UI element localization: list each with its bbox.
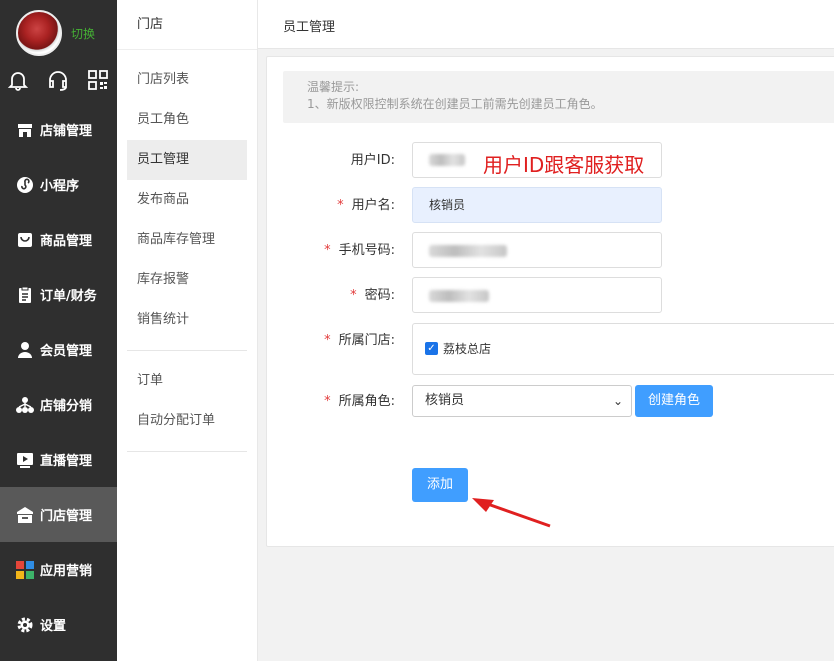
apps-icon xyxy=(16,560,34,579)
bag-icon xyxy=(16,231,34,249)
qrcode-icon[interactable] xyxy=(86,68,110,92)
menu-item-settings[interactable]: 设置 xyxy=(0,597,117,652)
user-icon xyxy=(16,341,34,359)
tip-title: 温馨提示: xyxy=(307,80,360,94)
headset-icon[interactable] xyxy=(46,68,70,92)
profile-area: 切换 xyxy=(0,0,117,62)
store-checkbox-label[interactable]: 荔枝总店 xyxy=(443,340,491,357)
add-button[interactable]: 添加 xyxy=(412,468,468,502)
menu-item-shops[interactable]: 门店管理 xyxy=(0,487,117,542)
switch-link[interactable]: 切换 xyxy=(71,25,95,42)
secondary-menu-title: 门店 xyxy=(117,0,257,50)
phone-field[interactable] xyxy=(412,232,662,268)
store-label: * 所属门店: xyxy=(324,333,395,348)
quick-icons xyxy=(0,64,117,98)
secondary-menu: 门店 门店列表 员工角色 员工管理 发布商品 商品库存管理 库存报警 销售统计 … xyxy=(117,0,258,661)
tip-text: 1、新版权限控制系统在创建员工前需先创建员工角色。 xyxy=(307,97,603,111)
main-menu: 店铺管理 小程序 商品管理 订单/财务 会员管理 店铺分销 直播管理 门店管理 … xyxy=(0,102,117,652)
annotation-arrow-icon xyxy=(472,498,551,528)
play-icon xyxy=(16,451,34,469)
menu-item-orders[interactable]: 订单/财务 xyxy=(0,267,117,322)
sub-item-store-list[interactable]: 门店列表 xyxy=(127,60,247,100)
menu-item-members[interactable]: 会员管理 xyxy=(0,322,117,377)
sub-item-staff-management[interactable]: 员工管理 xyxy=(127,140,247,180)
sub-item-auto-assign[interactable]: 自动分配订单 xyxy=(127,401,247,441)
username-label: * 用户名: xyxy=(337,198,395,213)
menu-item-label: 订单/财务 xyxy=(40,289,97,304)
sidebar: 切换 店铺管理 小程序 商品管理 订单/财务 会员管理 店铺分销 直播管理 门店… xyxy=(0,0,117,661)
miniprogram-icon xyxy=(16,176,34,194)
network-icon xyxy=(16,396,34,414)
password-label: * 密码: xyxy=(350,288,395,303)
store-icon xyxy=(16,121,34,139)
gear-icon xyxy=(16,616,34,634)
staff-form-panel: 温馨提示: 1、新版权限控制系统在创建员工前需先创建员工角色。 用户ID: 用户… xyxy=(266,56,834,547)
menu-item-label: 应用营销 xyxy=(40,564,93,579)
sub-item-inventory[interactable]: 商品库存管理 xyxy=(127,220,247,260)
password-field[interactable] xyxy=(412,277,662,313)
store-checkbox-group: ✓ 荔枝总店 xyxy=(412,323,834,375)
bell-icon[interactable] xyxy=(6,68,30,92)
menu-item-label: 设置 xyxy=(40,619,67,634)
sub-item-stock-alert[interactable]: 库存报警 xyxy=(127,260,247,300)
annotation-text: 用户ID跟客服获取 xyxy=(483,153,645,177)
menu-item-miniprogram[interactable]: 小程序 xyxy=(0,157,117,212)
create-role-button[interactable]: 创建角色 xyxy=(635,385,713,417)
clipboard-icon xyxy=(16,286,34,304)
menu-item-live[interactable]: 直播管理 xyxy=(0,432,117,487)
menu-item-distribution[interactable]: 店铺分销 xyxy=(0,377,117,432)
role-label: * 所属角色: xyxy=(324,394,395,409)
chevron-down-icon: ⌄ xyxy=(612,394,623,408)
divider xyxy=(127,451,247,452)
store-checkbox[interactable]: ✓ xyxy=(425,342,438,355)
menu-item-label: 店铺分销 xyxy=(40,399,93,414)
menu-item-label: 商品管理 xyxy=(40,234,93,249)
menu-item-label: 门店管理 xyxy=(40,509,93,524)
role-select-value: 核销员 xyxy=(425,393,465,408)
sub-item-publish-goods[interactable]: 发布商品 xyxy=(127,180,247,220)
sub-item-orders[interactable]: 订单 xyxy=(127,361,247,401)
menu-item-marketing[interactable]: 应用营销 xyxy=(0,542,117,597)
username-field[interactable]: 核销员 xyxy=(412,187,662,223)
shop-icon xyxy=(16,506,34,524)
page-title: 员工管理 xyxy=(283,20,336,35)
menu-item-label: 会员管理 xyxy=(40,344,93,359)
role-select[interactable]: 核销员 ⌄ xyxy=(412,385,632,417)
page-header: 员工管理 xyxy=(258,0,834,49)
phone-label: * 手机号码: xyxy=(324,243,395,258)
divider xyxy=(127,350,247,351)
sub-item-staff-roles[interactable]: 员工角色 xyxy=(127,100,247,140)
menu-item-label: 直播管理 xyxy=(40,454,93,469)
tip-box: 温馨提示: 1、新版权限控制系统在创建员工前需先创建员工角色。 xyxy=(283,71,834,123)
menu-item-label: 店铺管理 xyxy=(40,124,93,139)
sub-item-sales-stats[interactable]: 销售统计 xyxy=(127,300,247,340)
menu-item-label: 小程序 xyxy=(40,179,80,194)
menu-item-store[interactable]: 店铺管理 xyxy=(0,102,117,157)
user-id-label: 用户ID: xyxy=(350,153,395,168)
avatar[interactable] xyxy=(16,10,62,56)
menu-item-goods[interactable]: 商品管理 xyxy=(0,212,117,267)
